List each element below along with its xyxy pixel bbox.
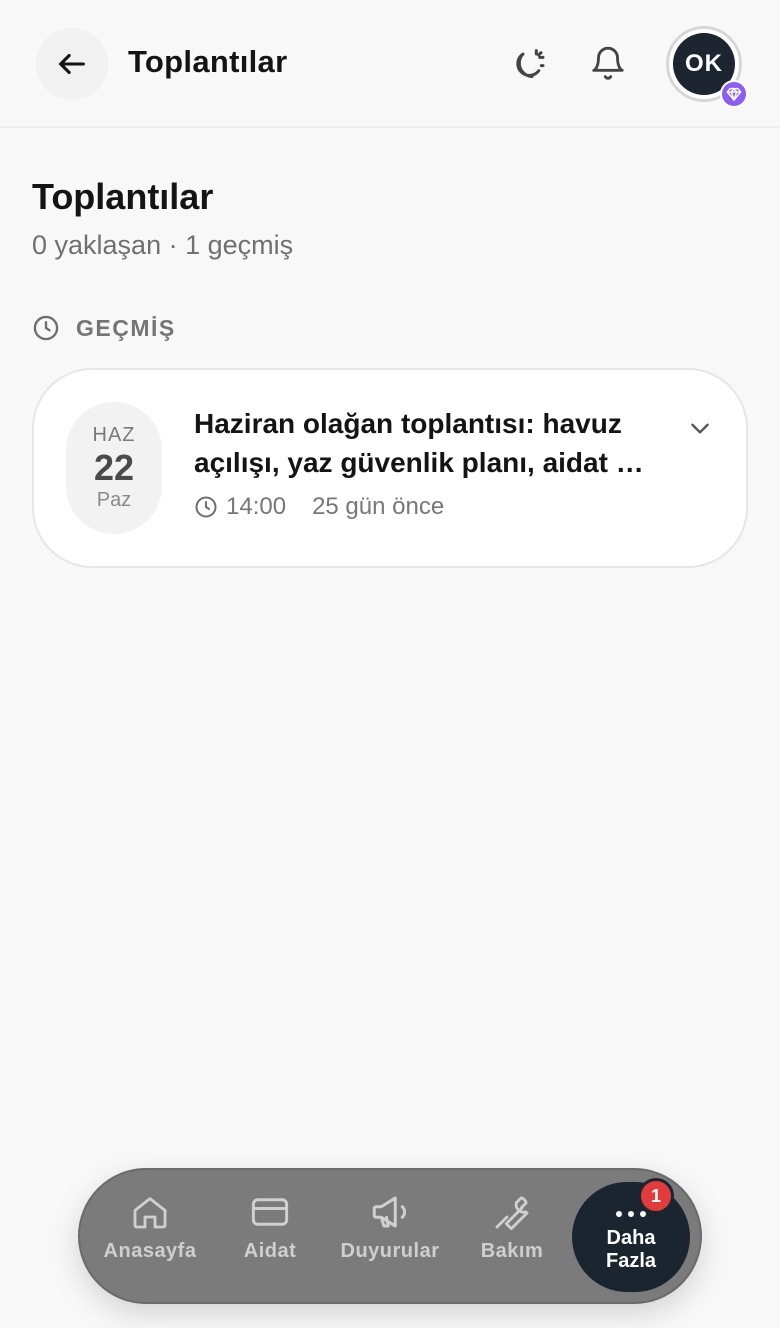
theme-toggle-button[interactable]: [500, 36, 556, 92]
bell-icon: [592, 46, 624, 80]
more-dots-icon: [616, 1211, 646, 1217]
megaphone-icon: [372, 1196, 407, 1228]
wrench-icon: [495, 1196, 529, 1231]
nav-label-home: Anasayfa: [103, 1240, 197, 1262]
app-header: Toplantılar OK: [0, 0, 780, 128]
nav-label-announcements: Duyurular: [340, 1240, 440, 1262]
nav-item-maintenance[interactable]: Bakım: [452, 1190, 572, 1286]
clock-icon: [33, 315, 59, 341]
meeting-date-badge: HAZ 22 Paz: [66, 402, 162, 534]
nav-item-dues[interactable]: Aidat: [210, 1190, 330, 1286]
card-icon: [251, 1198, 289, 1226]
meetings-page: Toplantılar OK Toplantılar 0 yaklaşan · …: [0, 0, 780, 1328]
meeting-relative-time: 25 gün önce: [312, 493, 445, 520]
meeting-card[interactable]: HAZ 22 Paz Haziran olağan toplantısı: ha…: [32, 368, 748, 568]
meeting-day: 22: [93, 447, 135, 489]
premium-badge: [720, 80, 748, 108]
meeting-time: 14:00: [226, 493, 287, 520]
chevron-down-icon: [691, 423, 709, 434]
nav-label-more: Daha Fazla: [605, 1227, 657, 1272]
meeting-weekday: Paz: [96, 488, 132, 511]
section-label: GEÇMİŞ: [76, 314, 176, 341]
nav-label-maintenance: Bakım: [480, 1240, 544, 1262]
clock-icon: [195, 496, 217, 518]
meeting-meta: 14:00 25 gün önce: [194, 492, 444, 522]
diamond-icon: [726, 87, 742, 101]
header-title: Toplantılar: [128, 44, 288, 79]
meeting-counts: 0 yaklaşan · 1 geçmiş: [32, 230, 294, 260]
arrow-left-icon: [59, 53, 85, 75]
back-button[interactable]: [36, 28, 108, 100]
page-title: Toplantılar: [32, 176, 214, 217]
expand-button[interactable]: [684, 412, 716, 444]
meeting-month: HAZ: [92, 424, 136, 447]
moon-sun-icon: [516, 49, 545, 78]
notification-count-badge: 1: [638, 1178, 674, 1214]
nav-item-announcements[interactable]: Duyurular: [330, 1190, 450, 1286]
meeting-title: Haziran olağan toplantısı: havuz açılışı…: [194, 408, 644, 478]
bottom-navigation: Anasayfa Aidat Duyurular Bakım Daha Fazl…: [78, 1168, 702, 1304]
section-past: GEÇMİŞ: [32, 312, 176, 344]
home-icon: [133, 1197, 167, 1229]
notifications-button[interactable]: [580, 36, 636, 92]
nav-item-home[interactable]: Anasayfa: [90, 1190, 210, 1286]
nav-label-dues: Aidat: [243, 1240, 297, 1262]
